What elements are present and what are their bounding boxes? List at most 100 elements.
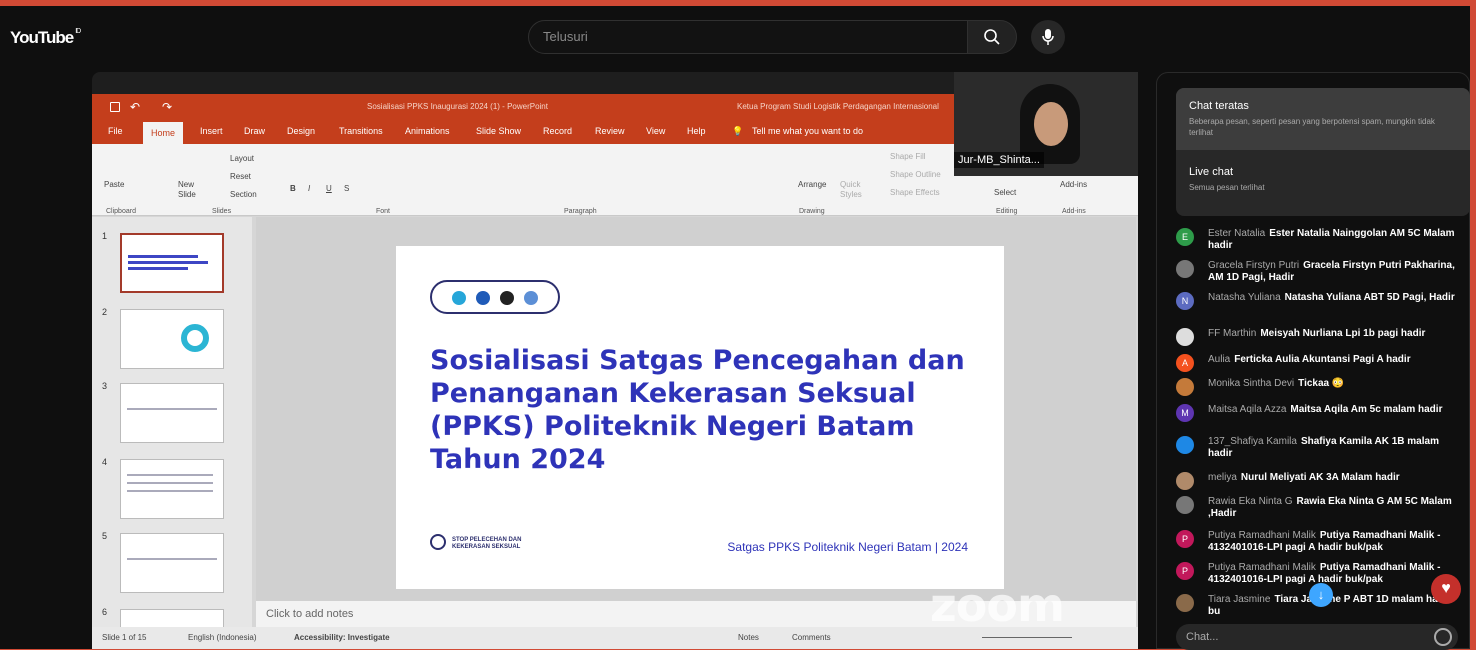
chat-author[interactable]: Natasha Yuliana bbox=[1208, 292, 1281, 303]
select-button[interactable]: Select bbox=[994, 188, 1016, 197]
tab-transitions[interactable]: Transitions bbox=[339, 126, 383, 136]
chat-input[interactable]: Chat... bbox=[1176, 624, 1458, 650]
tab-slide-show[interactable]: Slide Show bbox=[476, 126, 521, 136]
youtube-logo[interactable]: YouTube ID bbox=[10, 28, 81, 48]
thumb-line bbox=[127, 490, 213, 492]
chat-author[interactable]: Aulia bbox=[1208, 354, 1230, 365]
slide-footer: Satgas PPKS Politeknik Negeri Batam | 20… bbox=[727, 540, 968, 554]
tab-animations[interactable]: Animations bbox=[405, 126, 450, 136]
group-label-drawing: Drawing bbox=[799, 208, 825, 215]
comments-button[interactable]: Comments bbox=[792, 633, 831, 642]
strikethrough-button[interactable]: S bbox=[344, 184, 349, 193]
new-slide-button[interactable]: New Slide bbox=[178, 180, 208, 200]
avatar[interactable] bbox=[1176, 260, 1194, 278]
arrange-button[interactable]: Arrange bbox=[798, 180, 826, 189]
accessibility-checker[interactable]: Accessibility: Investigate bbox=[294, 633, 390, 642]
italic-button[interactable]: I bbox=[308, 184, 310, 193]
slide-thumbnail-3[interactable] bbox=[120, 383, 224, 443]
tab-record[interactable]: Record bbox=[543, 126, 572, 136]
document-title: Sosialisasi PPKS Inaugurasi 2024 (1) - P… bbox=[367, 102, 548, 111]
bold-button[interactable]: B bbox=[290, 184, 296, 193]
language-indicator[interactable]: English (Indonesia) bbox=[188, 633, 256, 642]
menu-item-live-chat[interactable]: Live chat Semua pesan terlihat bbox=[1176, 150, 1470, 216]
chat-author[interactable]: FF Marthin bbox=[1208, 328, 1256, 339]
chat-message-text: Ester Natalia Ester Natalia Nainggolan AM… bbox=[1208, 228, 1458, 252]
search-icon bbox=[984, 29, 1000, 45]
avatar[interactable] bbox=[1176, 378, 1194, 396]
voice-search-button[interactable] bbox=[1031, 20, 1065, 54]
tab-design[interactable]: Design bbox=[287, 126, 315, 136]
avatar[interactable]: P bbox=[1176, 562, 1194, 580]
chat-message-text: Gracela Firstyn Putri Gracela Firstyn Put… bbox=[1208, 260, 1458, 284]
redo-icon[interactable]: ↷ bbox=[162, 94, 172, 120]
section-button[interactable]: Section bbox=[230, 190, 257, 199]
notes-button[interactable]: Notes bbox=[738, 633, 759, 642]
avatar[interactable] bbox=[1176, 472, 1194, 490]
webcam-thumbnail: Jur-MB_Shinta... bbox=[954, 72, 1138, 176]
layout-button[interactable]: Layout bbox=[230, 154, 254, 163]
slide-thumbnail-5[interactable] bbox=[120, 533, 224, 593]
tell-me-search[interactable]: Tell me what you want to do bbox=[752, 126, 863, 136]
chat-author[interactable]: Maitsa Aqila Azza bbox=[1208, 404, 1286, 415]
chat-author[interactable]: Putiya Ramadhani Malik bbox=[1208, 530, 1316, 541]
logo-icon bbox=[452, 291, 466, 305]
avatar[interactable] bbox=[1176, 594, 1194, 612]
tab-file[interactable]: File bbox=[108, 126, 123, 136]
quick-styles-button[interactable]: Quick Styles bbox=[840, 180, 870, 200]
avatar[interactable]: M bbox=[1176, 404, 1194, 422]
add-ins-button[interactable]: Add-ins bbox=[1060, 180, 1087, 189]
shape-outline-button[interactable]: Shape Outline bbox=[890, 170, 941, 179]
zoom-slider[interactable] bbox=[982, 637, 1072, 638]
tab-review[interactable]: Review bbox=[595, 126, 625, 136]
tab-home[interactable]: Home bbox=[143, 122, 184, 144]
avatar[interactable] bbox=[1176, 496, 1194, 514]
underline-button[interactable]: U bbox=[326, 184, 332, 193]
avatar[interactable]: A bbox=[1176, 354, 1194, 372]
slide-number: 2 bbox=[102, 307, 108, 317]
chat-author[interactable]: Ester Natalia bbox=[1208, 228, 1265, 239]
chat-author[interactable]: 137_Shafiya Kamila bbox=[1208, 436, 1297, 447]
slide-thumbnail-4[interactable] bbox=[120, 459, 224, 519]
screenshot: YouTube ID Telusuri ↶ ↷ Sosialisasi PPKS … bbox=[0, 0, 1476, 650]
menu-item-top-chat[interactable]: Chat teratas Beberapa pesan, seperti pes… bbox=[1176, 88, 1470, 150]
shape-fill-button[interactable]: Shape Fill bbox=[890, 152, 926, 161]
logo-icon bbox=[524, 291, 538, 305]
account-name[interactable]: Ketua Program Studi Logistik Perdagangan… bbox=[737, 94, 939, 120]
chat-message-body: Meisyah Nurliana Lpi 1b pagi hadir bbox=[1260, 328, 1426, 339]
search-input[interactable]: Telusuri bbox=[528, 20, 968, 54]
emoji-icon[interactable] bbox=[1434, 628, 1452, 646]
chat-author[interactable]: Tiara Jasmine bbox=[1208, 594, 1270, 605]
chat-message-text: Aulia Ferticka Aulia Akuntansi Pagi A had… bbox=[1208, 354, 1458, 366]
shape-effects-button[interactable]: Shape Effects bbox=[890, 188, 940, 197]
avatar[interactable] bbox=[1176, 328, 1194, 346]
tab-help[interactable]: Help bbox=[687, 126, 706, 136]
group-label-add-ins: Add-ins bbox=[1062, 208, 1086, 215]
avatar[interactable]: E bbox=[1176, 228, 1194, 246]
tab-view[interactable]: View bbox=[646, 126, 665, 136]
avatar[interactable]: N bbox=[1176, 292, 1194, 310]
chat-author[interactable]: Putiya Ramadhani Malik bbox=[1208, 562, 1316, 573]
save-icon[interactable] bbox=[110, 102, 120, 112]
paste-button[interactable]: Paste bbox=[104, 180, 124, 189]
chat-message-text: Putiya Ramadhani Malik Putiya Ramadhani M… bbox=[1208, 562, 1458, 586]
slide-thumbnail-2[interactable] bbox=[120, 309, 224, 369]
thumb-line bbox=[128, 255, 198, 258]
chat-author[interactable]: Rawia Eka Ninta G bbox=[1208, 496, 1292, 507]
chat-message-text: 137_Shafiya Kamila Shafiya Kamila AK 1B m… bbox=[1208, 436, 1458, 460]
heart-reaction-button[interactable]: ♥ bbox=[1431, 574, 1461, 604]
undo-icon[interactable]: ↶ bbox=[130, 94, 140, 120]
chat-author[interactable]: Monika Sintha Devi bbox=[1208, 378, 1294, 389]
search-button[interactable] bbox=[967, 20, 1017, 54]
thumb-line bbox=[128, 261, 208, 264]
tab-insert[interactable]: Insert bbox=[200, 126, 223, 136]
slide-thumbnail-6[interactable] bbox=[120, 609, 224, 629]
slide-number: 3 bbox=[102, 381, 108, 391]
slide-thumbnail-1[interactable] bbox=[120, 233, 224, 293]
tab-draw[interactable]: Draw bbox=[244, 126, 265, 136]
avatar[interactable] bbox=[1176, 436, 1194, 454]
reset-button[interactable]: Reset bbox=[230, 172, 251, 181]
avatar[interactable]: P bbox=[1176, 530, 1194, 548]
chat-author[interactable]: meliya bbox=[1208, 472, 1237, 483]
scroll-to-bottom-button[interactable]: ↓ bbox=[1309, 583, 1333, 607]
chat-author[interactable]: Gracela Firstyn Putri bbox=[1208, 260, 1299, 271]
